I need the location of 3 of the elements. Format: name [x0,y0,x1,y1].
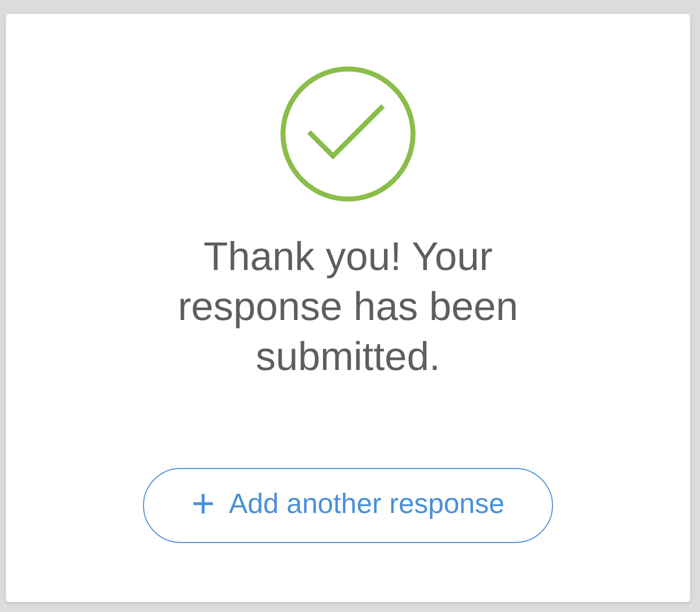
check-circle-icon [280,66,416,202]
confirmation-message: Thank you! Your response has been submitted. [176,234,520,381]
add-response-button[interactable]: + Add another response [143,468,553,543]
